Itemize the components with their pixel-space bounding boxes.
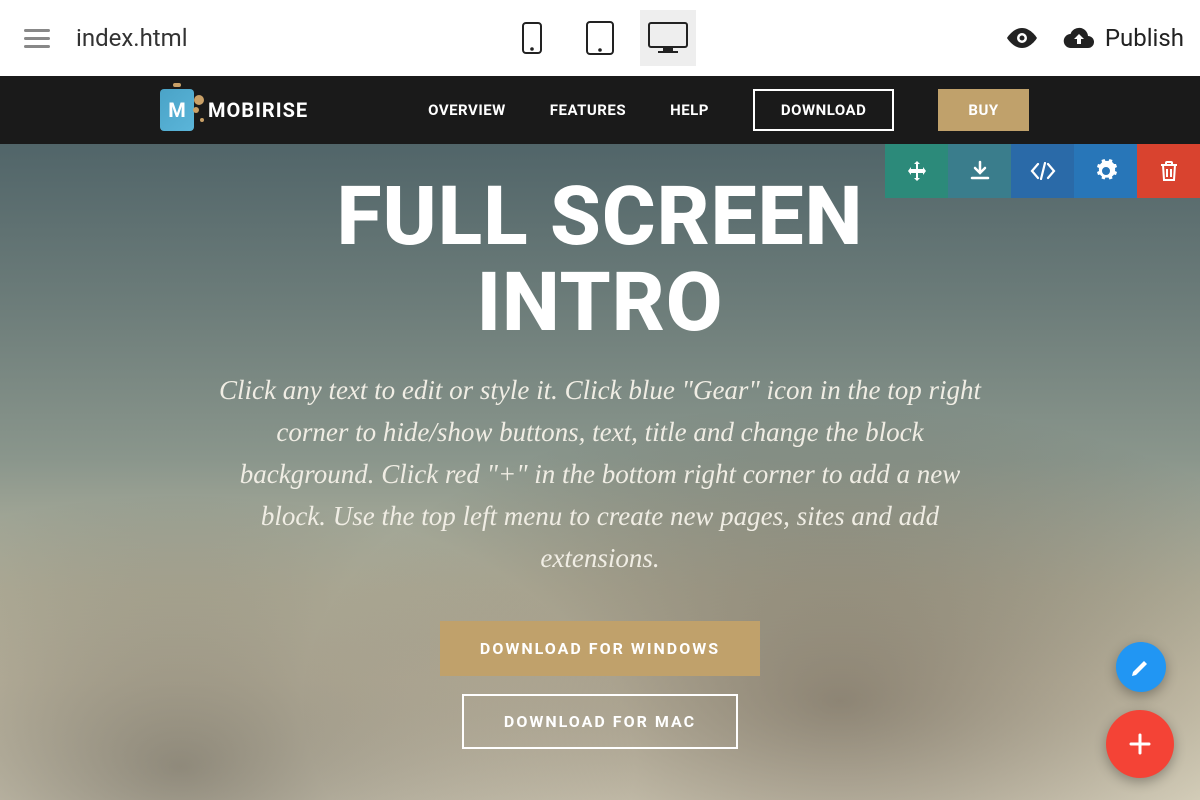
download-mac-button[interactable]: DOWNLOAD FOR MAC — [462, 694, 738, 749]
block-code-button[interactable] — [1011, 144, 1074, 198]
block-move-button[interactable] — [885, 144, 948, 198]
nav-overview[interactable]: OVERVIEW — [428, 101, 506, 119]
preview-button[interactable] — [1005, 26, 1039, 50]
block-save-button[interactable] — [948, 144, 1011, 198]
site-nav: M MOBIRISE OVERVIEW FEATURES HELP DOWNLO… — [0, 76, 1200, 144]
code-icon — [1030, 162, 1056, 180]
publish-button[interactable]: Publish — [1063, 24, 1184, 52]
menu-button[interactable] — [16, 21, 58, 56]
nav-features[interactable]: FEATURES — [550, 101, 626, 119]
move-icon — [906, 160, 928, 182]
download-icon — [969, 160, 991, 182]
cloud-upload-icon — [1063, 26, 1095, 50]
plus-icon — [1126, 730, 1154, 758]
trash-icon — [1159, 160, 1179, 182]
app-bar: index.html Publish — [0, 0, 1200, 76]
edit-fab[interactable] — [1116, 642, 1166, 692]
nav-buy-button[interactable]: BUY — [938, 89, 1028, 131]
block-delete-button[interactable] — [1137, 144, 1200, 198]
filename: index.html — [76, 24, 188, 52]
pencil-icon — [1130, 656, 1152, 678]
hero-description[interactable]: Click any text to edit or style it. Clic… — [210, 370, 990, 579]
brand-text: MOBIRISE — [208, 98, 308, 122]
publish-label: Publish — [1105, 24, 1184, 52]
nav-help[interactable]: HELP — [670, 101, 709, 119]
device-phone-button[interactable] — [504, 10, 560, 66]
device-switcher — [504, 10, 696, 66]
block-settings-button[interactable] — [1074, 144, 1137, 198]
gear-icon — [1094, 159, 1118, 183]
block-toolbar — [885, 144, 1200, 198]
hero-title[interactable]: FULL SCREENINTRO — [337, 174, 864, 346]
device-desktop-button[interactable] — [640, 10, 696, 66]
hero-block[interactable]: FULL SCREENINTRO Click any text to edit … — [0, 144, 1200, 800]
download-windows-button[interactable]: DOWNLOAD FOR WINDOWS — [440, 621, 760, 676]
device-tablet-button[interactable] — [572, 10, 628, 66]
add-block-fab[interactable] — [1106, 710, 1174, 778]
brand-logo-icon: M — [160, 89, 194, 131]
brand[interactable]: M MOBIRISE — [160, 89, 308, 131]
nav-download-button[interactable]: DOWNLOAD — [753, 89, 894, 131]
